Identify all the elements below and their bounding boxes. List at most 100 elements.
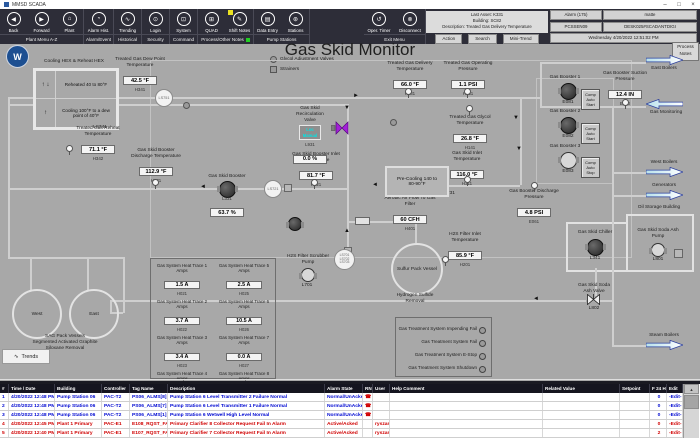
booster-2-auto-start-button[interactable]: Comp Auto Start [581, 123, 600, 144]
booster-3-auto-stop-button[interactable]: Comp Auto Stop [581, 157, 600, 178]
cooling-hex-unit[interactable]: ↑ ↓ Reheated 40 to 80°F ↑ Cooling 100°F … [33, 68, 119, 130]
edit-link[interactable]: -Edit- [667, 411, 683, 419]
generators-arrow[interactable] [646, 190, 683, 200]
gas-booster-2-icon[interactable] [558, 117, 579, 134]
value-box[interactable]: 71.1 °F [81, 145, 115, 155]
alarm-table-row[interactable]: 1 4/20/2022 12:48 PM Pump Station 06 PAC-T… [0, 393, 683, 402]
level-switch-ls721[interactable]: LS721 [264, 180, 282, 198]
value-box[interactable]: 10.5 A [226, 316, 262, 325]
edit-link[interactable]: -Edit- [667, 420, 683, 428]
scrubber-pump-icon[interactable] [299, 268, 317, 282]
chiller-pump-icon[interactable] [585, 239, 606, 256]
login-button[interactable]: ⊙ Login [142, 10, 169, 33]
scroll-up-icon[interactable]: ▲ [684, 384, 699, 394]
pipe [8, 97, 10, 257]
forward-button[interactable]: ▶ Forward [28, 10, 55, 33]
glycol-valve-icon[interactable] [183, 102, 190, 109]
value-box[interactable]: 3.4 A [164, 352, 200, 361]
mmsd-logo: W [6, 45, 29, 68]
sulfur-pack-vessel[interactable]: Sulfur Pack Vessel [391, 243, 443, 295]
quad-button[interactable]: ⊞ QUAD [198, 10, 225, 33]
pipe [520, 97, 522, 185]
alarm-table-row[interactable]: 5 4/20/2022 12:40 PM Plant 1 Primary PAC-E… [0, 429, 683, 438]
alarm-count-box[interactable]: Alarm (175) [550, 10, 602, 20]
stations-button[interactable]: ⊛ Stations [282, 10, 309, 33]
level-switch-stack[interactable]: LS701 LS702 LS703 [334, 249, 355, 270]
sag-vessel-east[interactable]: East [69, 289, 119, 339]
skid-booster-readout: L331 63.7 % [199, 195, 255, 219]
close-button[interactable]: × [686, 0, 700, 9]
sensor-probe-icon [466, 105, 473, 115]
soda-valve-icon[interactable] [587, 294, 600, 305]
edit-link[interactable]: -Edit- [667, 429, 683, 437]
trending-button[interactable]: ∿ Trending [114, 10, 141, 33]
east-boilers-arrow[interactable] [646, 55, 683, 65]
gas-booster-3-icon[interactable] [558, 152, 579, 169]
toolbar-group-command: ⊡ System Command [170, 9, 199, 44]
pipe [612, 106, 614, 345]
gas-monitoring-arrow[interactable] [646, 99, 683, 109]
timer-icon: ↺ [372, 12, 386, 26]
value-box[interactable]: 63.7 % [210, 208, 244, 217]
data-entry-button[interactable]: ▤ Data Entry [254, 10, 281, 33]
back-icon: ◀ [6, 12, 21, 26]
back-button[interactable]: ◀ Back [0, 10, 27, 33]
soda-pump-icon[interactable] [649, 243, 667, 257]
sensor-probe-icon [531, 182, 538, 192]
value-box[interactable]: 3.7 A [164, 316, 200, 325]
edit-link[interactable]: -Edit- [667, 402, 683, 410]
value-box[interactable]: 60 CFH [393, 215, 427, 225]
west-boilers-arrow[interactable] [646, 167, 683, 177]
alarm-table-row[interactable]: 3 4/20/2022 12:48 PM Pump Station 06 PAC-T… [0, 411, 683, 420]
gas-booster-1-icon[interactable] [558, 83, 579, 100]
steam-boilers-arrow[interactable] [646, 340, 683, 350]
value-box[interactable]: 4.8 PSI [517, 208, 551, 218]
oper-timer-button[interactable]: ↺ Oper. Timer [364, 10, 394, 33]
scrubber-pump-label: H2S Filter Scrubber Pump [286, 254, 330, 266]
booster-1-auto-start-button[interactable]: Comp Auto Start [581, 89, 600, 110]
value-box[interactable]: 26.8 °F [453, 134, 487, 144]
system-button[interactable]: ⊡ System [170, 10, 197, 33]
disconnect-button[interactable]: ⊗ Disconnect [395, 10, 425, 33]
value-box[interactable]: 12.4 IN [608, 90, 642, 100]
quad-icon: ⊞ [204, 12, 219, 26]
pipe [612, 195, 646, 197]
valve-mode-box[interactable]: Loc Manual [298, 125, 322, 140]
recirc-valve-icon[interactable] [331, 121, 349, 135]
user-box[interactable]: matte [603, 10, 697, 20]
toolbar-group-alarm-event: ◔ Alarm Hist. Alarm/Event [84, 9, 115, 44]
east-boilers-label: East Boilers [651, 66, 677, 71]
value-box[interactable]: 42.5 °F [123, 76, 157, 86]
status-indicator-icon [479, 365, 486, 373]
value-box[interactable]: 0.0 A [226, 352, 262, 361]
flow-arrow-icon: ► [353, 93, 359, 99]
glycol-valve-icon[interactable] [390, 119, 397, 126]
status-indicator-icon [479, 339, 486, 347]
sag-vessel-west[interactable]: West [12, 289, 62, 339]
heat-trace-item: Gas System Heat Trace 7 Amps 0.0 A H027 [218, 334, 270, 368]
alarm-hist-button[interactable]: ◔ Alarm Hist. [85, 10, 112, 33]
value-box[interactable]: 2.5 A [226, 280, 262, 289]
alarm-table-row[interactable]: 4 4/20/2022 12:45 PM Plant 1 Primary PAC-E… [0, 420, 683, 429]
table-scrollbar[interactable]: ▲ [683, 384, 699, 438]
toolbar-group-exit: ↺ Oper. Timer ⊗ Disconnect Exit Menu [364, 9, 426, 44]
gas-treatment-panel: Gas Treatment System Impending Fail Gas … [395, 317, 492, 377]
value-box[interactable]: 112.9 °F [139, 167, 173, 177]
value-box[interactable]: 85.9 °F [448, 251, 482, 261]
value-box[interactable]: 1.5 A [164, 280, 200, 289]
shift-notes-button[interactable]: ✎ Shift Notes [226, 10, 253, 33]
scroll-thumb[interactable] [684, 395, 699, 409]
heat-trace-item: Gas System Heat Trace 3 Amps 3.4 A H023 [156, 334, 208, 368]
pump-icon[interactable] [286, 217, 304, 231]
trends-button[interactable]: ∿ Trends [2, 349, 50, 364]
valve-position-box[interactable]: 0.0 % [293, 154, 327, 164]
gas-monitoring-label: Gas Monitoring [649, 110, 683, 115]
maximize-button[interactable]: □ [672, 0, 686, 9]
alarm-table-row[interactable]: 2 4/20/2022 12:48 PM Pump Station 06 PAC-T… [0, 402, 683, 411]
plant-button[interactable]: ⌂ Plant [56, 10, 83, 33]
edit-link[interactable]: -Edit- [667, 393, 683, 401]
window-title: MMSD SCADA [12, 1, 46, 8]
toolbar-group-notes: ⊞ QUAD ✎ Shift Notes Process/Other Notes [198, 9, 255, 44]
minimize-button[interactable]: – [658, 0, 672, 9]
chiller-label: Gas Skid Chiller [577, 230, 613, 235]
